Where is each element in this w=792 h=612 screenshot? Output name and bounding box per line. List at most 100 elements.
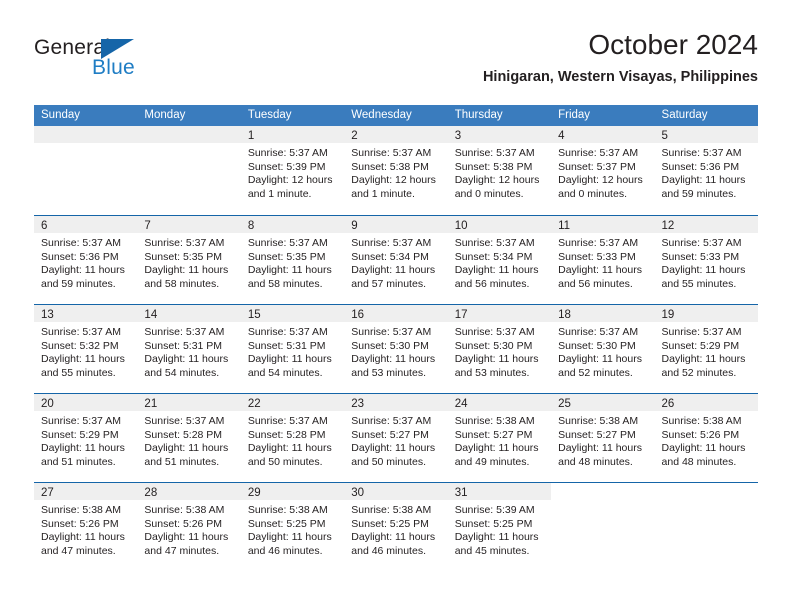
day-info-sunrise-line: Sunrise: 5:37 AM [247, 147, 328, 159]
day-sun-info: Sunrise: 5:37 AM Sunset: 5:30 PM Daylight:… [344, 322, 447, 380]
calendar-page: General Blue October 2024 Hinigaran, Wes… [0, 0, 792, 612]
day-number: 8 [247, 220, 255, 232]
day-number-band: 17 [447, 305, 552, 322]
day-cell-27[interactable]: 27 Sunrise: 5:38 AM Sunset: 5:26 PM Dayligh… [34, 483, 138, 571]
day-info-sunrise-line: Sunrise: 5:38 AM [41, 504, 121, 516]
day-cell-5[interactable]: 5 Sunrise: 5:37 AM Sunset: 5:36 PM Daylight… [654, 126, 758, 215]
day-cell-23[interactable]: 23 Sunrise: 5:37 AM Sunset: 5:27 PM Dayligh… [344, 394, 448, 482]
day-cell-9[interactable]: 9 Sunrise: 5:37 AM Sunset: 5:34 PM Daylight… [344, 216, 448, 304]
day-cell-6[interactable]: 6 Sunrise: 5:37 AM Sunset: 5:36 PM Daylight… [34, 216, 138, 304]
day-cell-20[interactable]: 20 Sunrise: 5:37 AM Sunset: 5:29 PM Dayligh… [34, 394, 138, 482]
calendar-week-row: 1 Sunrise: 5:37 AM Sunset: 5:39 PM Daylight… [34, 126, 758, 215]
day-info-sunrise-line: Sunrise: 5:37 AM [558, 147, 639, 159]
day-number-band [34, 126, 138, 143]
day-cell-7[interactable]: 7 Sunrise: 5:37 AM Sunset: 5:35 PM Daylight… [137, 216, 241, 304]
day-info-sunrise-line: Sunrise: 5:37 AM [661, 326, 742, 338]
day-sun-info: Sunrise: 5:39 AM Sunset: 5:25 PM Daylight:… [448, 500, 551, 558]
day-sun-info: Sunrise: 5:37 AM Sunset: 5:33 PM Daylight:… [551, 233, 654, 291]
day-info-sunrise-line: Sunrise: 5:38 AM [144, 504, 225, 516]
day-info-sunrise-line: Sunrise: 5:38 AM [558, 415, 639, 427]
day-info-sunset-line: Sunset: 5:36 PM [41, 250, 119, 263]
day-info-sunrise-line: Sunrise: 5:37 AM [454, 147, 535, 159]
day-info-daylight-1-line: Daylight: 11 hours [351, 264, 436, 277]
day-cell-13[interactable]: 13 Sunrise: 5:37 AM Sunset: 5:32 PM Dayligh… [34, 305, 138, 393]
day-cell-16[interactable]: 16 Sunrise: 5:37 AM Sunset: 5:30 PM Dayligh… [344, 305, 448, 393]
day-info-daylight-1-line: Daylight: 11 hours [558, 442, 642, 455]
day-cell-8[interactable]: 8 Sunrise: 5:37 AM Sunset: 5:35 PM Daylight… [240, 216, 345, 304]
day-sun-info: Sunrise: 5:37 AM Sunset: 5:30 PM Daylight:… [448, 322, 551, 380]
day-number: 6 [41, 220, 48, 232]
day-number: 22 [247, 398, 261, 410]
day-cell-21[interactable]: 21 Sunrise: 5:37 AM Sunset: 5:28 PM Dayligh… [137, 394, 241, 482]
day-number: 21 [144, 398, 158, 410]
day-info-daylight-2-line: and 56 minutes. [558, 277, 633, 290]
day-info-sunset-line: Sunset: 5:26 PM [144, 517, 223, 530]
day-info-sunset-line: Sunset: 5:37 PM [558, 160, 636, 173]
day-info-daylight-2-line: and 47 minutes. [41, 544, 116, 557]
day-info-daylight-1-line: Daylight: 11 hours [247, 353, 332, 366]
day-cell-19[interactable]: 19 Sunrise: 5:37 AM Sunset: 5:29 PM Dayligh… [654, 305, 758, 393]
day-cell-22[interactable]: 22 Sunrise: 5:37 AM Sunset: 5:28 PM Dayligh… [240, 394, 345, 482]
day-cell-4[interactable]: 4 Sunrise: 5:37 AM Sunset: 5:37 PM Daylight… [551, 126, 655, 215]
day-cell-11[interactable]: 11 Sunrise: 5:37 AM Sunset: 5:33 PM Dayligh… [551, 216, 655, 304]
logo-general-blue[interactable]: General Blue [34, 36, 214, 88]
day-sun-info: Sunrise: 5:37 AM Sunset: 5:36 PM Daylight:… [34, 233, 137, 291]
day-info-sunset-line: Sunset: 5:27 PM [454, 428, 533, 441]
day-cell-empty [137, 126, 241, 215]
day-cell-18[interactable]: 18 Sunrise: 5:37 AM Sunset: 5:30 PM Dayligh… [551, 305, 655, 393]
day-sun-info: Sunrise: 5:37 AM Sunset: 5:37 PM Daylight:… [551, 143, 654, 201]
day-info-sunrise-line: Sunrise: 5:38 AM [454, 415, 535, 427]
day-sun-info: Sunrise: 5:37 AM Sunset: 5:38 PM Daylight:… [344, 143, 447, 201]
day-cell-28[interactable]: 28 Sunrise: 5:38 AM Sunset: 5:26 PM Dayligh… [137, 483, 241, 571]
day-cell-15[interactable]: 15 Sunrise: 5:37 AM Sunset: 5:31 PM Dayligh… [240, 305, 345, 393]
day-info-daylight-1-line: Daylight: 11 hours [144, 353, 229, 366]
day-info-daylight-1-line: Daylight: 11 hours [351, 442, 436, 455]
day-cell-25[interactable]: 25 Sunrise: 5:38 AM Sunset: 5:27 PM Dayligh… [551, 394, 655, 482]
day-info-daylight-2-line: and 54 minutes. [144, 366, 220, 379]
day-cell-31[interactable]: 31 Sunrise: 5:39 AM Sunset: 5:25 PM Dayligh… [447, 483, 552, 571]
page-header: General Blue October 2024 Hinigaran, Wes… [34, 28, 758, 96]
day-info-sunset-line: Sunset: 5:32 PM [41, 339, 119, 352]
day-number: 30 [351, 487, 365, 499]
day-cell-2[interactable]: 2 Sunrise: 5:37 AM Sunset: 5:38 PM Daylight… [344, 126, 448, 215]
day-info-sunset-line: Sunset: 5:28 PM [247, 428, 326, 441]
day-cell-10[interactable]: 10 Sunrise: 5:37 AM Sunset: 5:34 PM Dayligh… [447, 216, 552, 304]
day-number: 24 [454, 398, 468, 410]
day-info-sunset-line: Sunset: 5:30 PM [558, 339, 636, 352]
day-info-sunrise-line: Sunrise: 5:37 AM [351, 326, 432, 338]
day-cell-17[interactable]: 17 Sunrise: 5:37 AM Sunset: 5:30 PM Dayligh… [447, 305, 552, 393]
day-info-sunset-line: Sunset: 5:30 PM [351, 339, 429, 352]
weekday-header-sunday: Sunday [41, 109, 81, 121]
day-info-daylight-2-line: and 50 minutes. [351, 455, 426, 468]
day-number-band: 24 [447, 394, 552, 411]
day-cell-24[interactable]: 24 Sunrise: 5:38 AM Sunset: 5:27 PM Dayligh… [447, 394, 552, 482]
day-cell-3[interactable]: 3 Sunrise: 5:37 AM Sunset: 5:38 PM Daylight… [447, 126, 552, 215]
day-info-daylight-2-line: and 0 minutes. [558, 187, 627, 200]
day-info-sunrise-line: Sunrise: 5:38 AM [351, 504, 432, 516]
day-cell-26[interactable]: 26 Sunrise: 5:38 AM Sunset: 5:26 PM Dayligh… [654, 394, 758, 482]
day-info-sunset-line: Sunset: 5:31 PM [144, 339, 223, 352]
day-sun-info: Sunrise: 5:38 AM Sunset: 5:25 PM Daylight:… [241, 500, 344, 558]
day-info-daylight-1-line: Daylight: 11 hours [454, 442, 539, 455]
day-sun-info: Sunrise: 5:37 AM Sunset: 5:39 PM Daylight:… [241, 143, 344, 201]
day-cell-1[interactable]: 1 Sunrise: 5:37 AM Sunset: 5:39 PM Daylight… [240, 126, 345, 215]
day-cell-12[interactable]: 12 Sunrise: 5:37 AM Sunset: 5:33 PM Dayligh… [654, 216, 758, 304]
day-info-daylight-1-line: Daylight: 11 hours [144, 531, 229, 544]
day-info-daylight-2-line: and 51 minutes. [144, 455, 220, 468]
day-cell-30[interactable]: 30 Sunrise: 5:38 AM Sunset: 5:25 PM Dayligh… [344, 483, 448, 571]
day-number: 23 [351, 398, 365, 410]
day-sun-info: Sunrise: 5:37 AM Sunset: 5:31 PM Daylight:… [241, 322, 344, 380]
day-info-sunrise-line: Sunrise: 5:37 AM [351, 415, 432, 427]
day-number: 20 [41, 398, 54, 410]
day-number-band: 12 [654, 216, 758, 233]
day-sun-info: Sunrise: 5:37 AM Sunset: 5:32 PM Daylight:… [34, 322, 137, 380]
day-cell-empty [34, 126, 138, 215]
day-number-band: 7 [137, 216, 241, 233]
day-info-daylight-1-line: Daylight: 11 hours [454, 531, 539, 544]
day-info-sunset-line: Sunset: 5:35 PM [247, 250, 326, 263]
day-info-daylight-2-line: and 54 minutes. [247, 366, 323, 379]
day-cell-14[interactable]: 14 Sunrise: 5:37 AM Sunset: 5:31 PM Dayligh… [137, 305, 241, 393]
logo-text-blue: Blue [92, 56, 135, 79]
day-info-daylight-2-line: and 57 minutes. [351, 277, 426, 290]
day-cell-29[interactable]: 29 Sunrise: 5:38 AM Sunset: 5:25 PM Dayligh… [240, 483, 345, 571]
